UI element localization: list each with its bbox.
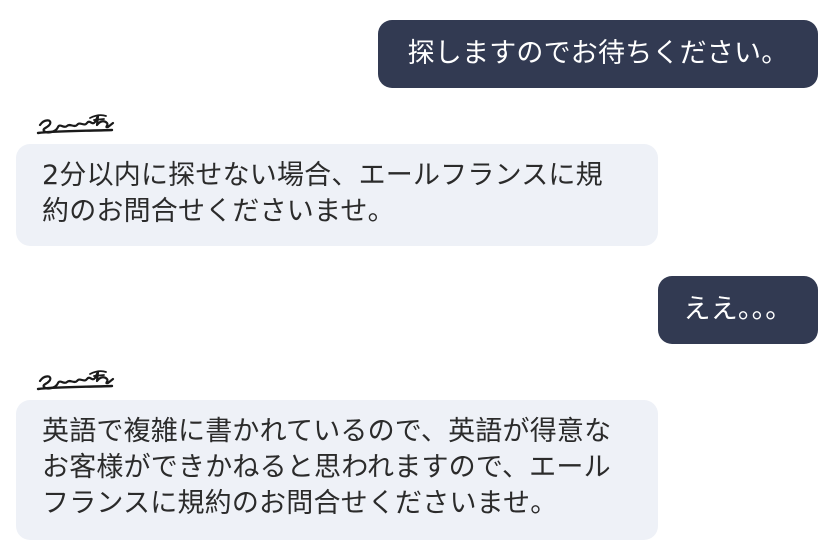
agent-handwritten-signature — [36, 114, 115, 135]
received-message-bubble: 英語で複雑に書かれているので、英語が得意な お客様ができかねると思われますので、… — [16, 400, 658, 540]
chat-thread: 探しますのでお待ちください。 2分以内に探せない場合、エールフランスに規 約のお… — [0, 0, 838, 548]
message-text: 探しますのでお待ちください。 — [407, 38, 789, 69]
received-message-bubble: 2分以内に探せない場合、エールフランスに規 約のお問合せくださいませ。 — [16, 144, 658, 246]
message-text: ええ。。。 — [683, 294, 793, 325]
message-text: 2分以内に探せない場合、エールフランスに規 — [42, 160, 603, 191]
agent-handwritten-signature — [36, 370, 115, 391]
message-text: 英語で複雑に書かれているので、英語が得意な — [42, 416, 612, 447]
message-text: お客様ができかねると思われますので、エール — [42, 452, 611, 483]
message-text: 約のお問合せくださいませ。 — [42, 196, 395, 227]
sent-message-bubble: 探しますのでお待ちください。 — [378, 20, 818, 88]
message-text: フランスに規約のお問合せくださいませ。 — [42, 488, 558, 519]
sent-message-bubble: ええ。。。 — [658, 276, 818, 344]
